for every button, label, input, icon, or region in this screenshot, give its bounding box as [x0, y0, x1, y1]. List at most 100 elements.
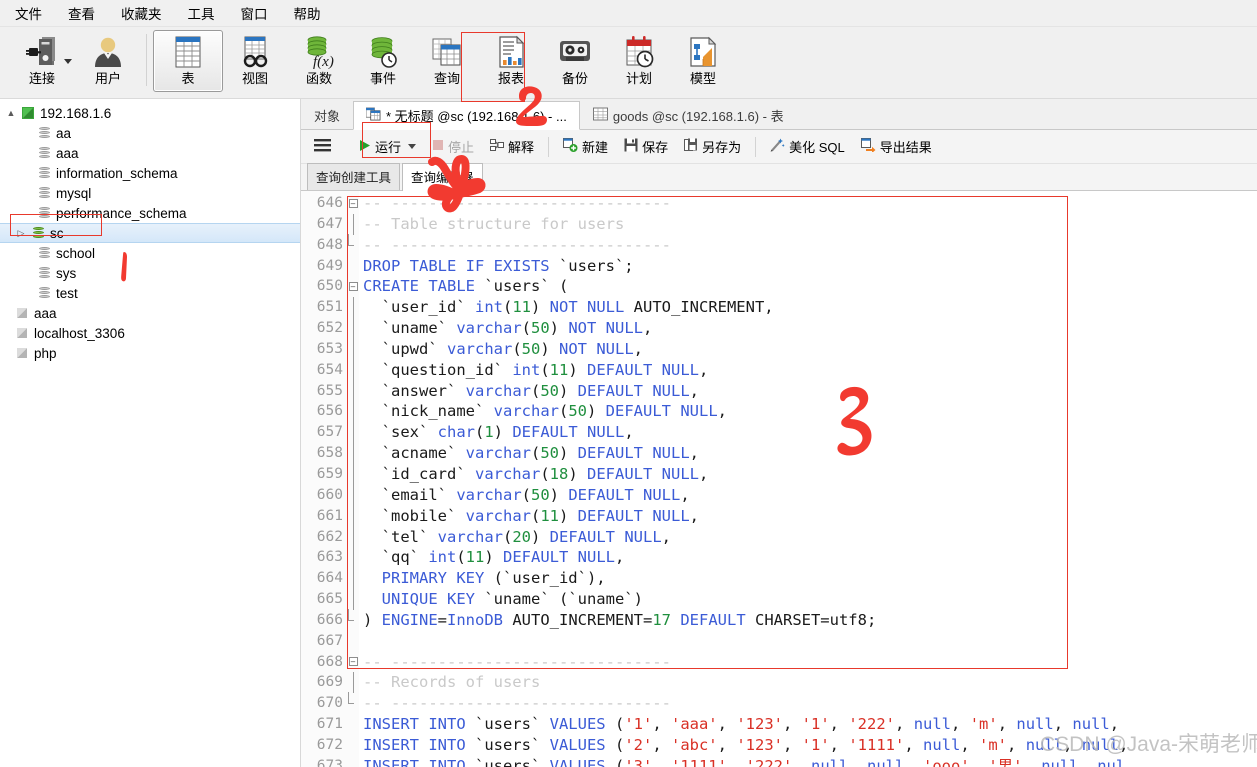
tree-item-connection-aaa[interactable]: aaa: [0, 303, 300, 323]
save-as-button[interactable]: 另存为: [676, 133, 749, 160]
ribbon-button-model[interactable]: 模型: [671, 30, 735, 92]
tree-label: sc: [50, 225, 64, 241]
tree-item-db-aaa[interactable]: aaa: [0, 143, 300, 163]
tree-item-connection-php[interactable]: php: [0, 343, 300, 363]
sub-tab-query-editor[interactable]: 查询编辑器: [402, 163, 483, 191]
code-token: ,: [698, 360, 709, 379]
menu-item-help[interactable]: 帮助: [281, 0, 334, 26]
tree-item-connection-192.168.1.6[interactable]: ▲ 192.168.1.6: [0, 103, 300, 123]
code-token: ,: [726, 756, 746, 767]
export-result-button[interactable]: 导出结果: [853, 133, 940, 160]
code-token: ,: [829, 715, 849, 734]
code-token: DROP TABLE IF EXISTS: [363, 256, 559, 275]
code-token: DEFAULT: [671, 610, 746, 629]
line-number: 672: [316, 736, 343, 753]
new-label: 新建: [582, 140, 609, 155]
menu-item-window[interactable]: 窗口: [228, 0, 281, 26]
sql-editor[interactable]: 646 647 648 649 650 651 652 653 654 655 656 657 658 6…: [301, 191, 1257, 767]
beautify-icon: [770, 138, 785, 155]
code-token: `users` (: [484, 277, 569, 296]
code-token: CREATE TABLE: [363, 277, 485, 296]
code-token: AUTO_INCREMENT=: [503, 610, 653, 629]
code-token: `acname`: [363, 444, 466, 463]
fold-marker[interactable]: –: [347, 276, 359, 297]
fold-marker: [347, 256, 359, 277]
tree-item-db-school[interactable]: school: [0, 243, 300, 263]
code-token: 50: [531, 485, 550, 504]
hamburger-menu-button[interactable]: [309, 134, 340, 159]
code-token: char: [437, 423, 475, 442]
code-token: DEFAULT NULL: [577, 381, 690, 400]
new-button[interactable]: 新建: [555, 133, 616, 160]
ribbon-button-connection[interactable]: 连接: [14, 30, 70, 92]
ribbon-button-report[interactable]: 报表: [479, 30, 543, 92]
code-folding-column[interactable]: – – –: [347, 191, 359, 767]
sub-tab-query-builder[interactable]: 查询创建工具: [307, 163, 401, 190]
ribbon-button-schedule[interactable]: 计划: [607, 30, 671, 92]
fold-marker[interactable]: –: [347, 652, 359, 673]
code-token: `users`: [474, 735, 550, 754]
ribbon-button-event[interactable]: 事件: [351, 30, 415, 92]
code-token: varchar: [465, 444, 531, 463]
tab-label: goods @sc (192.168.1.6) - 表: [612, 108, 784, 124]
ribbon-button-function[interactable]: f(x) 函数: [287, 30, 351, 92]
tree-item-db-information_schema[interactable]: information_schema: [0, 163, 300, 183]
tree-item-db-sc[interactable]: ▷ sc: [0, 223, 300, 243]
code-token: ,: [1053, 715, 1073, 734]
ribbon-button-user[interactable]: 用户: [76, 30, 140, 92]
ribbon-label-query: 查询: [433, 71, 460, 86]
tree-label: aaa: [34, 305, 57, 321]
code-token: (: [530, 506, 541, 525]
database-icon: [34, 126, 54, 140]
code-token: -- ------------------------------: [363, 652, 671, 671]
explain-button[interactable]: 解释: [482, 133, 542, 160]
ribbon-button-backup[interactable]: 备份: [543, 30, 607, 92]
code-token: varchar: [456, 319, 522, 338]
ribbon-label-connection: 连接: [28, 71, 55, 86]
tab-objects[interactable]: 对象: [301, 100, 354, 129]
tree-label: sys: [56, 265, 77, 281]
ribbon-button-view[interactable]: 视图: [223, 30, 287, 92]
save-button[interactable]: 保存: [616, 133, 676, 160]
menu-item-view[interactable]: 查看: [55, 0, 108, 26]
code-token: DEFAULT NULL: [587, 464, 699, 483]
run-button[interactable]: 运行: [350, 133, 424, 160]
tab-goods-table[interactable]: goods @sc (192.168.1.6) - 表: [579, 100, 797, 129]
backup-icon: [558, 34, 592, 70]
ribbon-button-query[interactable]: 查询: [415, 30, 479, 92]
code-token: INSERT INTO: [363, 735, 475, 754]
tree-item-db-mysql[interactable]: mysql: [0, 183, 300, 203]
line-number: 652: [316, 320, 343, 337]
line-number: 657: [316, 424, 343, 441]
tree-item-connection-localhost_3306[interactable]: localhost_3306: [0, 323, 300, 343]
code-token: '222': [745, 756, 793, 767]
code-line: DROP TABLE IF EXISTS `users`;: [363, 256, 1257, 277]
tree-item-db-test[interactable]: test: [0, 283, 300, 303]
code-token: ): [568, 360, 587, 379]
tree-item-db-sys[interactable]: sys: [0, 263, 300, 283]
code-token: ): [493, 423, 513, 442]
save-as-label: 另存为: [702, 140, 742, 155]
beautify-sql-button[interactable]: 美化 SQL: [762, 133, 853, 160]
tree-item-db-performance_schema[interactable]: performance_schema: [0, 203, 300, 223]
tree-item-db-aa[interactable]: aa: [0, 123, 300, 143]
code-token: ): [549, 485, 569, 504]
sql-code-area[interactable]: -- ------------------------------ -- Tabl…: [359, 191, 1257, 767]
fold-marker[interactable]: –: [347, 193, 359, 214]
menu-item-tools[interactable]: 工具: [175, 0, 228, 26]
database-icon: [34, 166, 54, 180]
ribbon-button-table[interactable]: 表: [153, 30, 223, 92]
code-token: (: [512, 339, 522, 358]
code-token: null: [1081, 735, 1120, 754]
collapse-arrow-icon[interactable]: ▷: [14, 228, 28, 239]
code-line: `mobile` varchar(11) DEFAULT NULL,: [363, 506, 1257, 527]
expand-arrow-icon[interactable]: ▲: [4, 108, 18, 118]
code-token: 11: [512, 298, 531, 317]
menu-item-favorites[interactable]: 收藏夹: [108, 0, 175, 26]
tab-query-untitled[interactable]: * 无标题 @sc (192.168.1.6) - ...: [353, 101, 580, 130]
code-token: null: [1041, 756, 1079, 767]
run-dropdown-icon[interactable]: [408, 144, 417, 149]
code-token: ,: [960, 735, 980, 754]
menu-item-file[interactable]: 文件: [2, 0, 55, 26]
